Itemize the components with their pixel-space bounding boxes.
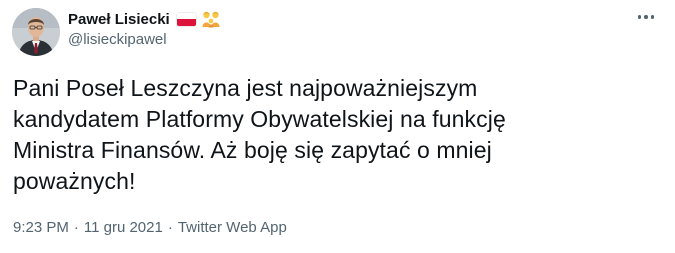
author-name-row: Paweł Lisiecki	[68, 9, 221, 29]
tweet-text-line: kandydatem Platformy Obywatelskiej na fu…	[13, 106, 506, 132]
more-options-button[interactable]	[631, 6, 661, 28]
tweet-text-line: Ministra Finansów. Aż boję się zapytać o…	[13, 137, 492, 163]
meta-separator: ·	[167, 219, 173, 236]
more-horizontal-icon	[637, 15, 642, 19]
avatar-image	[12, 8, 60, 56]
tweet-card: Paweł Lisiecki @lisieckipawel Pani Poseł…	[0, 0, 675, 253]
tweet-date-link[interactable]: 11 gru 2021	[84, 219, 163, 236]
author-display-name[interactable]: Paweł Lisiecki	[68, 11, 170, 28]
tweet-text: Pani Poseł Leszczyna jest najpoważniejsz…	[13, 73, 653, 197]
tweet-metadata: 9:23 PM · 11 gru 2021 · Twitter Web App	[13, 219, 287, 236]
author-handle[interactable]: @lisieckipawel	[68, 31, 167, 48]
poland-flag-icon	[176, 12, 196, 26]
tweet-source-link[interactable]: Twitter Web App	[178, 219, 287, 236]
meta-separator: ·	[73, 219, 79, 236]
family-icon	[201, 10, 221, 28]
tweet-text-line: poważnych!	[13, 168, 136, 194]
more-dot	[644, 15, 648, 19]
author-avatar[interactable]	[12, 8, 60, 56]
tweet-time-link[interactable]: 9:23 PM	[13, 219, 69, 236]
tweet-text-line: Pani Poseł Leszczyna jest najpoważniejsz…	[13, 75, 478, 101]
more-dot	[650, 15, 655, 19]
